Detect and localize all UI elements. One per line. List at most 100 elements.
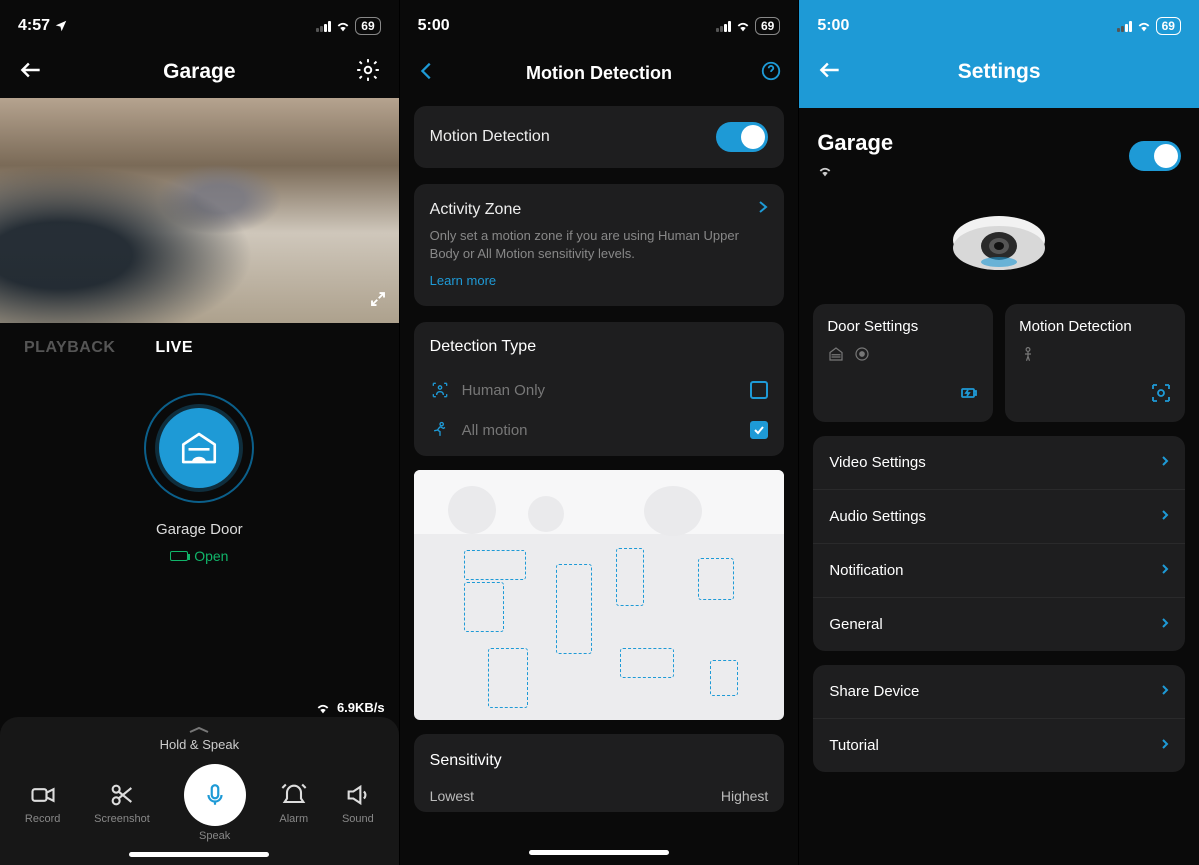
tab-live[interactable]: LIVE: [155, 339, 193, 357]
expand-icon[interactable]: [369, 290, 387, 313]
status-time: 4:57: [18, 17, 50, 35]
chevron-right-icon: [1161, 508, 1169, 525]
device-name: Garage: [817, 130, 893, 156]
chevron-right-icon: [1161, 454, 1169, 471]
detection-type-title: Detection Type: [430, 338, 769, 356]
status-bar: 5:00 69: [799, 0, 1199, 42]
scissors-icon: [108, 781, 136, 809]
record-icon: [853, 345, 871, 363]
person-scan-icon: [430, 380, 450, 400]
alarm-icon: [280, 781, 308, 809]
door-settings-tile[interactable]: Door Settings: [813, 304, 993, 422]
garage-door-button[interactable]: [144, 393, 254, 503]
camera-live-feed[interactable]: [0, 98, 399, 323]
video-settings-row[interactable]: Video Settings: [813, 436, 1185, 490]
door-status: Open: [170, 548, 228, 564]
drawer-handle[interactable]: [0, 725, 399, 735]
connection-speed: 6.9KB/s: [315, 700, 385, 715]
battery-icon: 69: [755, 17, 780, 35]
alarm-button[interactable]: Alarm: [279, 781, 308, 825]
detection-type-card: Detection Type Human Only All motion: [414, 322, 785, 456]
nav-bar: Settings: [799, 42, 1199, 98]
garage-icon: [827, 345, 845, 363]
wifi-icon: [335, 20, 351, 32]
sensitivity-highest: Highest: [721, 788, 768, 804]
sensitivity-card: Sensitivity Lowest Highest: [414, 734, 785, 812]
video-camera-icon: [29, 781, 57, 809]
settings-list-1: Video Settings Audio Settings Notificati…: [813, 436, 1185, 651]
activity-zone-card[interactable]: Activity Zone Only set a motion zone if …: [414, 184, 785, 306]
back-button[interactable]: [416, 60, 438, 87]
sound-icon: [344, 781, 372, 809]
view-tabs: PLAYBACK LIVE: [0, 323, 399, 373]
panel-motion-detection: 5:00 69 Motion Detection Motion: [400, 0, 800, 865]
person-icon: [1019, 345, 1037, 363]
signal-icon: [1117, 21, 1132, 32]
battery-icon: 69: [355, 17, 380, 35]
status-time: 5:00: [418, 17, 450, 35]
wifi-icon: [735, 20, 751, 32]
motion-toggle-label: Motion Detection: [430, 128, 550, 146]
motion-detection-tile[interactable]: Motion Detection: [1005, 304, 1185, 422]
sensitivity-lowest: Lowest: [430, 788, 474, 804]
signal-icon: [716, 21, 731, 32]
home-indicator[interactable]: [529, 850, 669, 855]
general-row[interactable]: General: [813, 598, 1185, 651]
share-device-row[interactable]: Share Device: [813, 665, 1185, 719]
motion-toggle-switch[interactable]: [716, 122, 768, 152]
chevron-right-icon: [1161, 562, 1169, 579]
speak-button[interactable]: Speak: [184, 764, 246, 842]
page-title: Motion Detection: [526, 63, 672, 84]
human-only-option[interactable]: Human Only: [430, 370, 769, 410]
sound-button[interactable]: Sound: [342, 781, 374, 825]
status-time: 5:00: [817, 17, 849, 35]
sensitivity-title: Sensitivity: [430, 752, 769, 770]
wifi-icon: [1136, 20, 1152, 32]
back-button[interactable]: [817, 57, 843, 88]
charge-icon: [957, 381, 981, 410]
detection-illustration: [414, 470, 785, 720]
device-enabled-switch[interactable]: [1129, 141, 1181, 171]
activity-zone-title: Activity Zone: [430, 201, 522, 219]
home-indicator[interactable]: [129, 852, 269, 857]
learn-more-link[interactable]: Learn more: [430, 273, 496, 288]
help-icon[interactable]: [760, 60, 782, 87]
device-label: Garage Door: [156, 521, 243, 538]
chevron-right-icon: [1161, 616, 1169, 633]
action-drawer: Hold & Speak Record Screenshot Speak: [0, 717, 399, 865]
signal-icon: [316, 21, 331, 32]
page-title: Garage: [163, 60, 235, 84]
mic-icon: [184, 764, 246, 826]
wifi-icon: [315, 702, 331, 714]
chevron-right-icon: [1161, 737, 1169, 754]
notification-row[interactable]: Notification: [813, 544, 1185, 598]
audio-settings-row[interactable]: Audio Settings: [813, 490, 1185, 544]
chevron-right-icon: [758, 200, 768, 219]
checkbox-unchecked[interactable]: [750, 381, 768, 399]
door-battery-icon: [170, 551, 188, 561]
settings-list-2: Share Device Tutorial: [813, 665, 1185, 772]
chevron-right-icon: [1161, 683, 1169, 700]
record-button[interactable]: Record: [25, 781, 60, 825]
nav-bar: Garage: [0, 42, 399, 98]
hold-speak-label: Hold & Speak: [0, 737, 399, 752]
all-motion-option[interactable]: All motion: [430, 410, 769, 450]
page-title: Settings: [958, 60, 1041, 84]
motion-toggle-card: Motion Detection: [414, 106, 785, 168]
status-bar: 4:57 69: [0, 0, 399, 42]
settings-icon[interactable]: [355, 57, 381, 88]
screenshot-button[interactable]: Screenshot: [94, 781, 150, 825]
running-person-icon: [430, 420, 450, 440]
tutorial-row[interactable]: Tutorial: [813, 719, 1185, 772]
scan-icon: [1149, 381, 1173, 410]
panel-garage-live: 4:57 69 Garage: [0, 0, 400, 865]
battery-icon: 69: [1156, 17, 1181, 35]
checkbox-checked[interactable]: [750, 421, 768, 439]
wifi-icon: [817, 165, 833, 177]
activity-zone-desc: Only set a motion zone if you are using …: [430, 227, 769, 263]
tab-playback[interactable]: PLAYBACK: [24, 339, 115, 357]
status-bar: 5:00 69: [400, 0, 799, 42]
device-image: [817, 210, 1181, 276]
nav-bar: Motion Detection: [400, 42, 799, 98]
back-button[interactable]: [18, 57, 44, 88]
